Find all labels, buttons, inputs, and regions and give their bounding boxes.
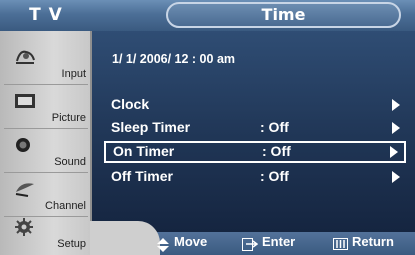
arrow-right-icon: [390, 146, 398, 158]
menu-row-label: On Timer: [113, 143, 175, 159]
tv-osd-screen: T V Time Input Picture Sound Channel Set…: [0, 0, 415, 255]
sidebar-item-setup[interactable]: Setup: [0, 211, 90, 255]
sidebar-item-label: Input: [61, 68, 86, 80]
menu-row-on-timer[interactable]: On Timer : Off: [104, 141, 406, 163]
input-icon: [16, 50, 35, 64]
menu-row-label: Sleep Timer: [111, 119, 191, 135]
footer-sidebar-curve: [90, 221, 160, 255]
menu-row-sleep-timer[interactable]: Sleep Timer : Off: [104, 118, 406, 138]
tv-brand-label: T V: [29, 5, 63, 25]
up-down-arrow-icon: [157, 238, 169, 252]
menu-row-value: : Off: [262, 143, 291, 159]
menu-row-value: : Off: [260, 168, 289, 184]
sidebar-item-input[interactable]: Input: [0, 41, 90, 85]
return-icon: [333, 238, 348, 250]
menu-row-label: Off Timer: [111, 168, 173, 184]
sidebar-item-label: Setup: [57, 238, 86, 250]
page-title: Time: [261, 5, 306, 24]
sound-icon: [16, 138, 30, 152]
arrow-right-icon: [392, 171, 400, 183]
menu-row-value: : Off: [260, 119, 289, 135]
sidebar-item-picture[interactable]: Picture: [0, 85, 90, 129]
arrow-right-icon: [392, 122, 400, 134]
sidebar-item-label: Sound: [54, 156, 86, 168]
hint-enter-label: Enter: [262, 234, 296, 249]
picture-icon: [15, 94, 35, 108]
setup-icon: [15, 218, 33, 236]
menu-row-clock[interactable]: Clock: [104, 95, 406, 115]
hint-move-label: Move: [174, 234, 208, 249]
sidebar-item-label: Picture: [51, 112, 86, 124]
arrow-right-icon: [392, 99, 400, 111]
menu-row-label: Clock: [111, 96, 150, 112]
menu-row-off-timer[interactable]: Off Timer : Off: [104, 167, 406, 187]
sidebar-item-sound[interactable]: Sound: [0, 129, 90, 173]
sidebar: Input Picture Sound Channel Setup: [0, 31, 92, 255]
hint-return-label: Return: [352, 234, 394, 249]
channel-icon: [15, 183, 34, 197]
enter-icon: [242, 238, 258, 251]
current-datetime: 1/ 1/ 2006/ 12 : 00 am: [112, 52, 236, 66]
